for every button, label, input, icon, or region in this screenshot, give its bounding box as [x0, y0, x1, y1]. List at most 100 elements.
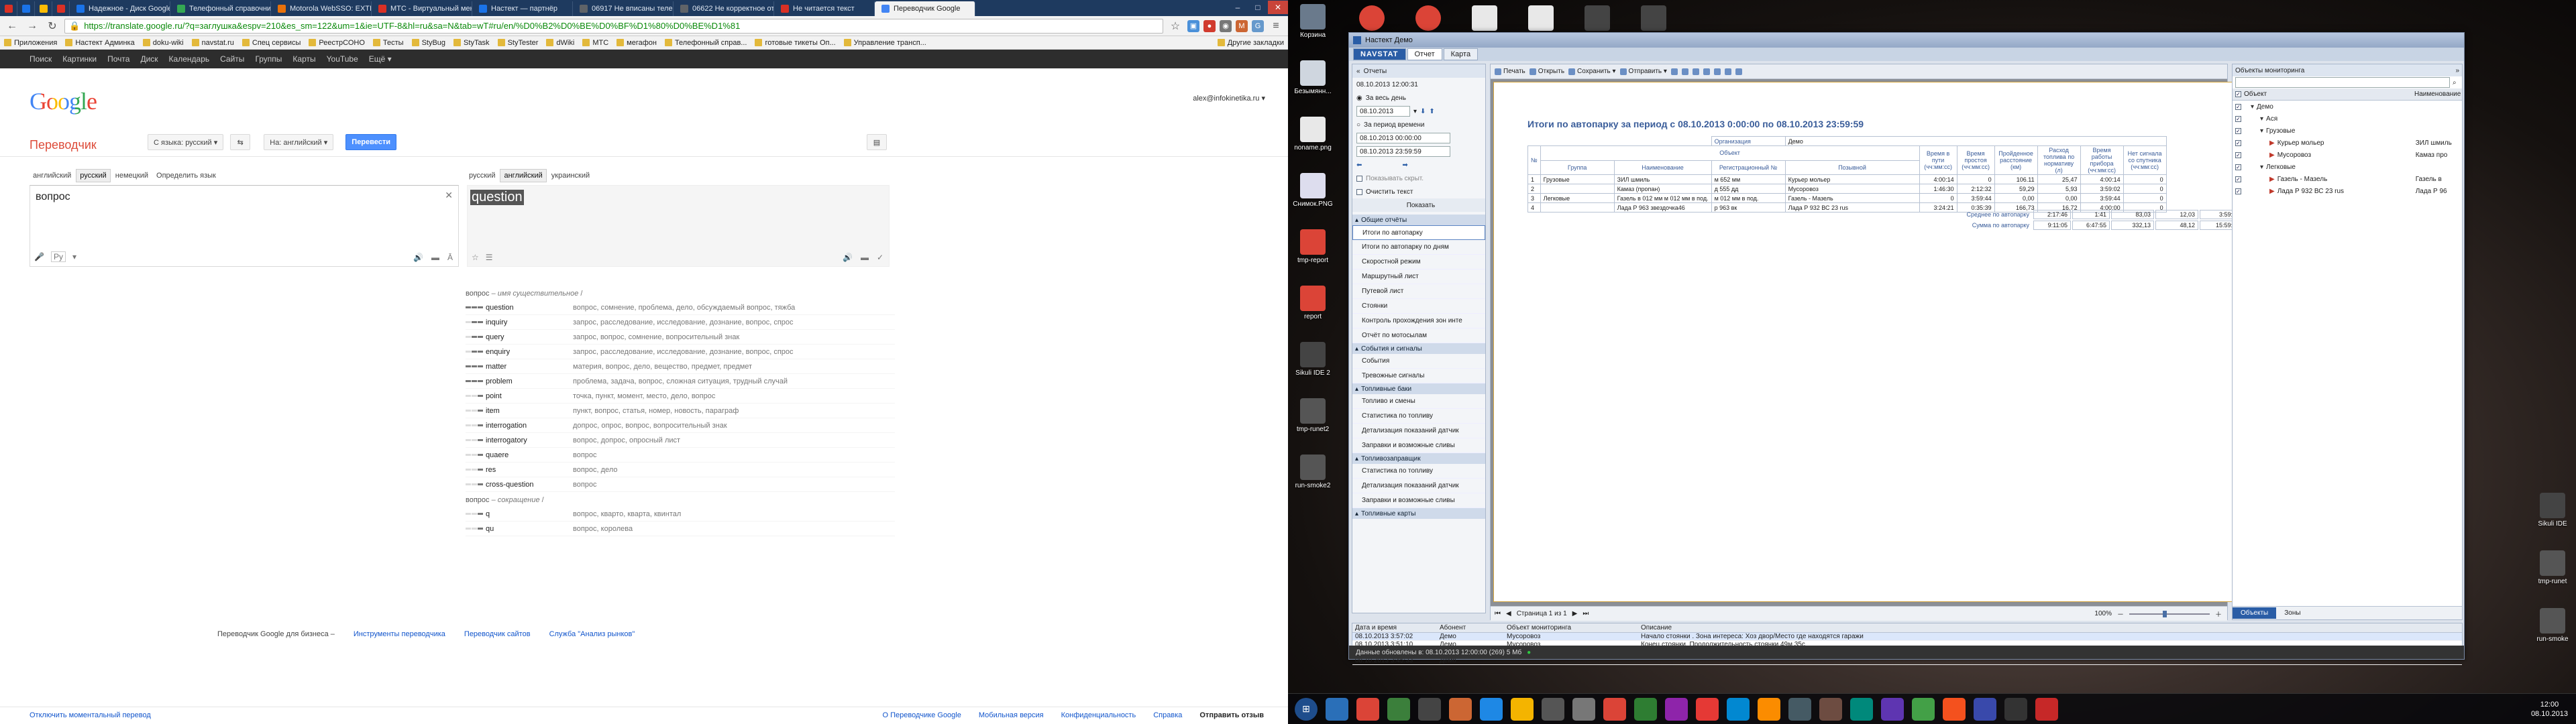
taskbar-app-icon[interactable] — [1603, 697, 1626, 721]
dictionary-row[interactable]: interrogation допрос, опрос, вопрос, вопр… — [466, 418, 895, 433]
desktop-icon[interactable]: Снимок.PNG — [1289, 173, 1336, 208]
desktop-icon[interactable]: Sikuli IDE 2 — [1289, 342, 1336, 377]
phrasebook-button[interactable]: ▤ — [867, 134, 887, 150]
bookmark-item[interactable]: Спец сервисы — [241, 39, 301, 47]
report-group[interactable]: ▴ Общие отчёты — [1352, 215, 1485, 225]
report-item[interactable]: Заправки и возможные сливы — [1352, 493, 1485, 508]
arrow-up-icon[interactable]: ⬆ — [1429, 108, 1434, 115]
dictionary-row[interactable]: problem проблема, задача, вопрос, сложная… — [466, 374, 895, 389]
search-icon[interactable]: ⌕ — [2453, 79, 2457, 86]
address-bar[interactable]: 🔒 https://translate.google.ru/?q=заглушк… — [64, 18, 1163, 34]
desktop-icon[interactable] — [1630, 5, 1677, 31]
clear-icon[interactable]: ✕ — [445, 190, 453, 201]
gbar-item[interactable]: Сайты — [220, 54, 244, 64]
report-item[interactable]: Итоги по автопарку — [1352, 225, 1485, 240]
layout-icon[interactable] — [1735, 68, 1742, 75]
font-icon[interactable]: Ā — [447, 253, 453, 262]
extension-icon[interactable]: ● — [1203, 19, 1216, 32]
browser-tab[interactable]: Переводчик Google — [875, 1, 975, 16]
report-group[interactable]: ▴ События и сигналы — [1352, 343, 1485, 354]
grid-icon[interactable] — [1681, 68, 1688, 75]
bookmark-item[interactable]: StyTask — [453, 39, 490, 47]
source-textarea[interactable]: вопрос ✕ 🎤 Ру ▾ 🔊 ▬ Ā — [30, 185, 459, 267]
show-button[interactable]: Показать — [1352, 198, 1485, 212]
tab-report[interactable]: Отчет — [1407, 48, 1442, 60]
report-item[interactable]: Статистика по топливу — [1352, 409, 1485, 424]
bookmark-item[interactable]: Другие закладки — [1217, 39, 1284, 47]
dictionary-row[interactable]: interrogatory вопрос, допрос, опросный ли… — [466, 433, 895, 448]
taskbar-app-icon[interactable] — [1418, 697, 1441, 721]
bookmark-item[interactable]: Приложения — [4, 39, 57, 47]
desktop-icon[interactable]: tmp-report — [1289, 229, 1336, 264]
browser-tab[interactable] — [35, 1, 52, 16]
checkbox-icon[interactable]: ✓ — [2235, 164, 2241, 170]
taskbar-app-icon[interactable] — [1758, 697, 1780, 721]
gbar-item[interactable]: Карты — [292, 54, 315, 64]
taskbar-app-icon[interactable] — [1850, 697, 1873, 721]
gbar-item[interactable]: Диск — [140, 54, 158, 64]
gbar-item[interactable]: Группы — [255, 54, 282, 64]
taskbar-app-icon[interactable] — [1356, 697, 1379, 721]
tree-item[interactable]: ✓ ▶ Мусоровоз Камаз про — [2233, 149, 2462, 161]
zoom-out-icon[interactable] — [1713, 68, 1721, 75]
dictionary-row[interactable]: question вопрос, сомнение, проблема, дело… — [466, 300, 895, 315]
translation-text[interactable]: question — [470, 190, 524, 205]
bookmark-item[interactable]: StyTester — [497, 39, 538, 47]
zoom-in-icon[interactable] — [1703, 68, 1710, 75]
disable-instant-link[interactable]: Отключить моментальный перевод — [30, 711, 151, 719]
objects-search-input[interactable] — [2235, 77, 2450, 88]
list-icon[interactable]: ☰ — [486, 253, 493, 262]
bookmark-item[interactable]: Телефонный справ... — [664, 39, 747, 47]
report-item[interactable]: Отчёт по мотосылам — [1352, 328, 1485, 343]
browser-tab[interactable]: Настект — партнёр — [472, 1, 573, 16]
extension-icon[interactable]: M — [1236, 19, 1248, 32]
forward-icon[interactable]: → — [24, 19, 40, 34]
tree-item[interactable]: ✓ ▶ Лада Р 932 ВС 23 rus Лада Р 96 — [2233, 185, 2462, 197]
taskbar-app-icon[interactable] — [1449, 697, 1472, 721]
zoom-slider[interactable] — [2129, 610, 2210, 617]
start-button[interactable]: ⊞ — [1295, 697, 1318, 721]
zoom-in-icon[interactable]: ＋ — [2215, 609, 2222, 619]
input-tools-button[interactable]: Ру — [50, 251, 66, 262]
report-item[interactable]: Контроль прохождения зон инте — [1352, 314, 1485, 328]
browser-tab[interactable]: Надежное - Диск Google — [70, 1, 170, 16]
tab-map[interactable]: Карта — [1443, 48, 1479, 60]
checkbox-icon[interactable]: ✓ — [2235, 115, 2241, 122]
src-language-tab[interactable]: русский — [76, 169, 111, 182]
taskbar-app-icon[interactable] — [1511, 697, 1534, 721]
source-language-select[interactable]: С языка: русский ▾ — [148, 134, 224, 150]
dictionary-row[interactable]: quaere вопрос — [466, 448, 895, 463]
checkbox-icon[interactable]: ✓ — [2235, 152, 2241, 158]
dictionary-row[interactable]: res вопрос, дело — [466, 463, 895, 477]
report-group[interactable]: ▴ Топливозаправщик — [1352, 453, 1485, 464]
gbar-item[interactable]: Поиск — [30, 54, 52, 64]
bottom-link[interactable]: Мобильная версия — [979, 711, 1044, 719]
bookmark-item[interactable]: dWiki — [546, 39, 574, 47]
report-item[interactable]: Скоростной режим — [1352, 255, 1485, 269]
binoculars-icon[interactable] — [1692, 68, 1699, 75]
arrow-left-icon[interactable]: ⬅ — [1356, 162, 1362, 169]
browser-tab[interactable] — [17, 1, 35, 16]
report-item[interactable]: Стоянки — [1352, 299, 1485, 314]
chat-icon[interactable]: ▬ — [861, 253, 869, 262]
gbar-item[interactable]: Ещё ▾ — [369, 54, 392, 64]
tree-item[interactable]: ✓ ▾ Ася — [2233, 113, 2462, 125]
prev-page-icon[interactable]: ◀ — [1506, 610, 1511, 617]
first-page-icon[interactable]: ⏮ — [1495, 610, 1501, 617]
taskbar-app-icon[interactable] — [1788, 697, 1811, 721]
taskbar-app-icon[interactable] — [1881, 697, 1904, 721]
taskbar-app-icon[interactable] — [1387, 697, 1410, 721]
footer-link[interactable]: Служба "Анализ рынков" — [549, 630, 635, 638]
menu-icon[interactable]: ≡ — [1268, 19, 1284, 34]
toolbar-button[interactable]: Открыть — [1529, 68, 1564, 75]
period-from-input[interactable]: 08.10.2013 00:00:00 — [1356, 133, 1450, 143]
report-item[interactable]: Статистика по топливу — [1352, 464, 1485, 479]
report-group[interactable]: ▴ Топливные баки — [1352, 383, 1485, 394]
taskbar-app-icon[interactable] — [2004, 697, 2027, 721]
translate-button[interactable]: Перевести — [345, 134, 396, 150]
browser-tab[interactable]: Телефонный справочник — [170, 1, 271, 16]
star-icon[interactable]: ☆ — [1167, 19, 1183, 34]
last-page-icon[interactable]: ⏭ — [1582, 610, 1589, 617]
taskbar-app-icon[interactable] — [1696, 697, 1719, 721]
system-clock[interactable]: 12:00 08.10.2013 — [2531, 700, 2568, 719]
